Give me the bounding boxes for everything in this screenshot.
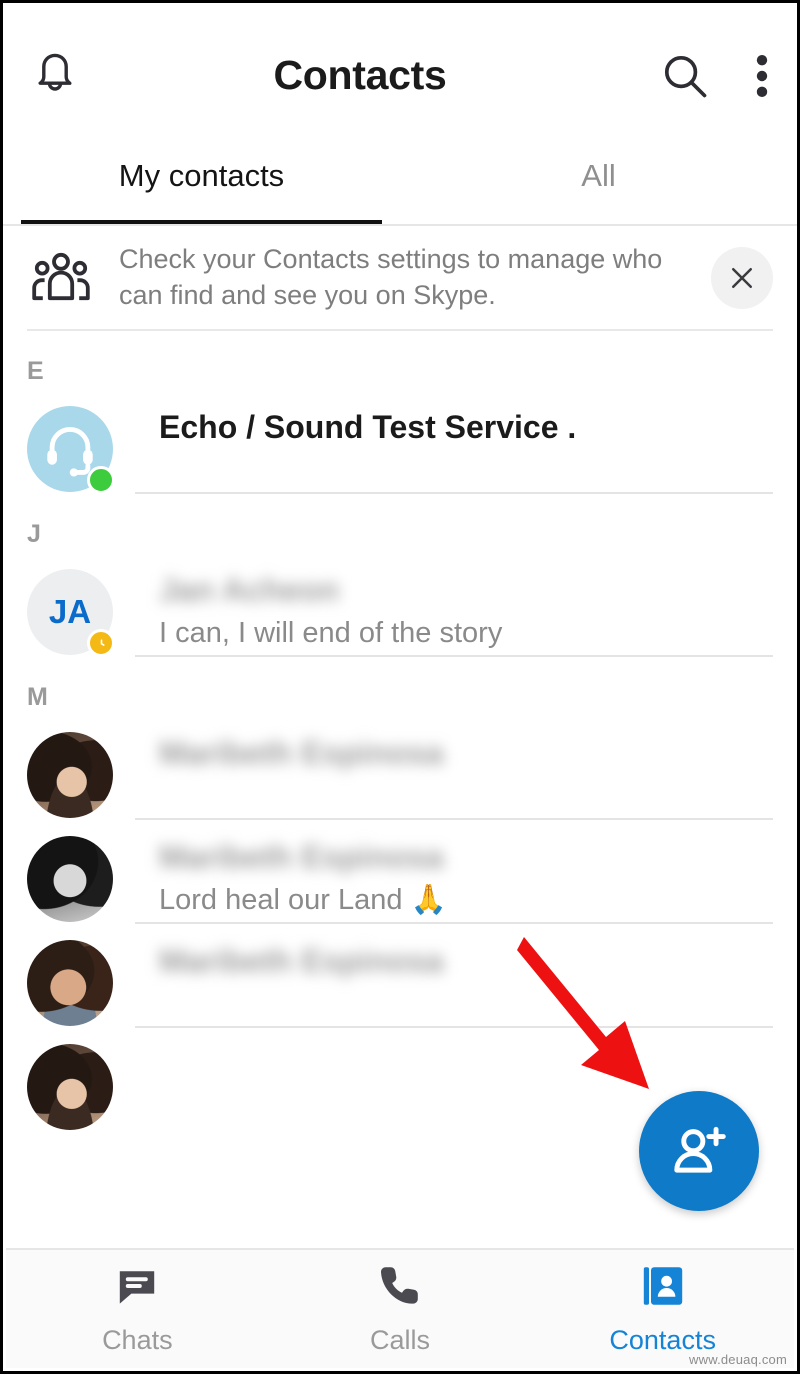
nav-item-calls-label: Calls <box>370 1325 430 1356</box>
contact-row[interactable]: Maribeth Espinosa Lord heal our Land 🙏 <box>3 820 797 922</box>
contact-name: Maribeth Espinosa <box>159 734 444 772</box>
section-header-m: M <box>3 657 797 716</box>
nav-item-chats-label: Chats <box>102 1325 173 1356</box>
banner-text: Check your Contacts settings to manage w… <box>119 242 711 313</box>
avatar <box>27 732 113 818</box>
contact-name: Maribeth Espinosa <box>159 838 444 876</box>
contact-row-body: Maribeth Espinosa <box>159 924 797 1008</box>
online-dot-icon <box>87 466 115 494</box>
contact-status-message: Lord heal our Land 🙏 <box>159 883 797 918</box>
site-watermark: www.deuaq.com <box>689 1352 787 1367</box>
tab-my-contacts-label: My contacts <box>119 158 284 194</box>
contact-photo-icon <box>27 732 113 818</box>
app-header: Contacts <box>3 3 797 148</box>
clock-away-icon <box>87 629 115 657</box>
tab-all-label: All <box>581 158 615 194</box>
tab-my-contacts[interactable]: My contacts <box>3 148 400 226</box>
contact-row[interactable]: Echo / Sound Test Service . <box>3 390 797 492</box>
nav-item-contacts[interactable]: Contacts <box>531 1262 794 1356</box>
tabs-underline <box>3 224 797 226</box>
header-right-group <box>599 50 769 102</box>
skype-contacts-screen: Contacts My contacts All <box>0 0 800 1374</box>
avatar <box>27 1044 113 1130</box>
person-add-icon <box>668 1120 730 1182</box>
contacts-tabs: My contacts All <box>3 148 797 226</box>
contact-row[interactable]: Maribeth Espinosa <box>3 716 797 818</box>
contacts-settings-banner[interactable]: Check your Contacts settings to manage w… <box>3 226 797 329</box>
contact-name: Jan Acheon <box>159 571 339 609</box>
page-title: Contacts <box>121 52 599 99</box>
bottom-navigation: Chats Calls Contacts <box>6 1248 794 1368</box>
nav-item-calls[interactable]: Calls <box>269 1262 532 1356</box>
bell-icon[interactable] <box>31 51 79 101</box>
avatar: JA <box>27 569 113 655</box>
contact-status-message: I can, I will end of the story <box>159 616 797 651</box>
chat-bubble-icon <box>113 1262 161 1315</box>
avatar <box>27 836 113 922</box>
contact-name: Maribeth Espinosa <box>159 942 444 980</box>
tab-all[interactable]: All <box>400 148 797 226</box>
search-icon[interactable] <box>659 50 711 102</box>
more-vertical-icon[interactable] <box>755 51 769 101</box>
contact-row-body: Jan Acheon I can, I will end of the stor… <box>159 553 797 650</box>
contact-row[interactable]: Maribeth Espinosa <box>3 924 797 1026</box>
avatar <box>27 940 113 1026</box>
section-header-e: E <box>3 331 797 390</box>
section-header-j: J <box>3 494 797 553</box>
contact-photo-icon <box>27 836 113 922</box>
close-icon[interactable] <box>711 247 773 309</box>
phone-icon <box>376 1262 424 1315</box>
contact-name: Echo / Sound Test Service . <box>159 408 797 446</box>
add-contact-button[interactable] <box>639 1091 759 1211</box>
contact-row-body: Echo / Sound Test Service . <box>159 390 797 474</box>
contact-photo-icon <box>27 940 113 1026</box>
people-group-icon <box>31 251 119 305</box>
contact-row[interactable]: JA Jan Acheon I can, I will end of the s… <box>3 553 797 655</box>
nav-item-chats[interactable]: Chats <box>6 1262 269 1356</box>
avatar <box>27 406 113 492</box>
contact-row-body: Maribeth Espinosa Lord heal our Land 🙏 <box>159 820 797 917</box>
contacts-book-icon <box>639 1262 687 1315</box>
contacts-list: E Echo / Sound Test Service . <box>3 331 797 1130</box>
header-left-group <box>31 51 121 101</box>
contact-row-body: Maribeth Espinosa <box>159 716 797 800</box>
contact-photo-icon <box>27 1044 113 1130</box>
